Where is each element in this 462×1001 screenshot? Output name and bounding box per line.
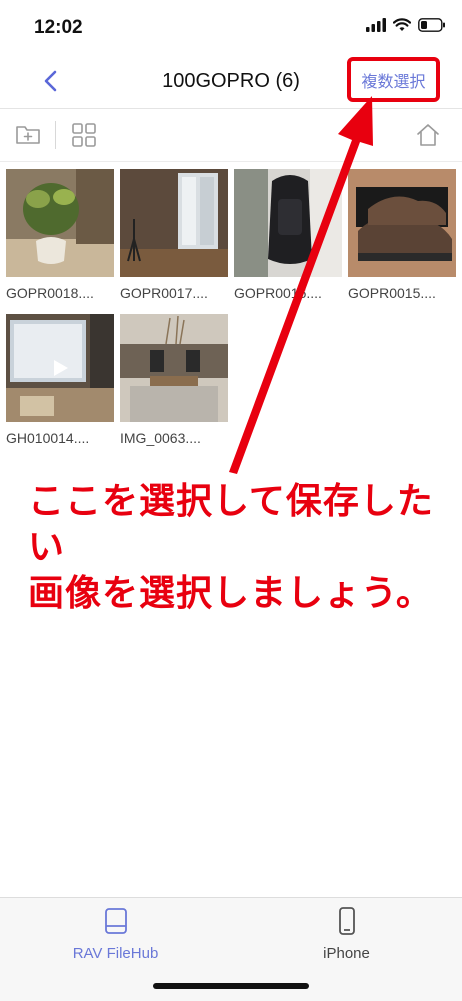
tab-label: RAV FileHub: [72, 945, 159, 962]
home-icon: [417, 124, 439, 146]
photo-thumbnail: [120, 314, 228, 422]
video-thumbnail: [6, 314, 114, 422]
home-indicator: [153, 983, 309, 989]
file-tile[interactable]: GOPR0017....: [120, 169, 228, 301]
home-button[interactable]: [414, 121, 442, 149]
file-tile[interactable]: GOPR0018....: [6, 169, 114, 301]
toolbar: [0, 109, 462, 162]
wifi-icon: [393, 18, 411, 31]
photo-thumbnail: [348, 169, 456, 277]
tab-iphone[interactable]: iPhone: [231, 906, 462, 962]
file-tile[interactable]: IMG_0063....: [120, 314, 228, 446]
signal-icon: [366, 18, 386, 32]
file-tile[interactable]: GH010014....: [6, 314, 114, 446]
toolbar-divider: [55, 121, 56, 149]
status-icons: [366, 18, 446, 32]
photo-thumbnail: [120, 169, 228, 277]
battery-icon: [418, 18, 445, 32]
tab-rav-filehub[interactable]: RAV FileHub: [0, 906, 231, 962]
grid-view-button[interactable]: [70, 121, 98, 149]
multi-select-button[interactable]: 複数選択: [347, 57, 440, 102]
file-name: GOPR0018....: [6, 285, 94, 301]
file-tile[interactable]: GOPR0015....: [348, 169, 456, 301]
file-name: GH010014....: [6, 430, 90, 446]
file-name: GOPR0015....: [348, 285, 436, 301]
annotation-line-1: ここを選択して保存したい: [28, 480, 434, 567]
tab-label: iPhone: [323, 945, 370, 962]
file-tile[interactable]: GOPR0016....: [234, 169, 342, 301]
annotation-text: ここを選択して保存したい 画像を選択しましょう。: [28, 478, 462, 616]
navigation-bar: 100GOPRO (6) 複数選択: [0, 52, 462, 109]
file-name: GOPR0017....: [120, 285, 208, 301]
new-folder-button[interactable]: [14, 121, 42, 149]
status-bar: 12:02: [0, 0, 462, 50]
folder-add-icon: [16, 126, 40, 144]
annotation-line-2: 画像を選択しましょう。: [28, 572, 433, 613]
grid-view-icon: [72, 123, 96, 147]
photo-thumbnail: [6, 169, 114, 277]
file-name: GOPR0016....: [234, 285, 322, 301]
drive-icon: [104, 908, 127, 934]
play-icon: [54, 360, 68, 376]
photo-thumbnail: [234, 169, 342, 277]
file-name: IMG_0063....: [120, 430, 201, 446]
status-time: 12:02: [34, 17, 83, 38]
phone-icon: [338, 907, 355, 935]
